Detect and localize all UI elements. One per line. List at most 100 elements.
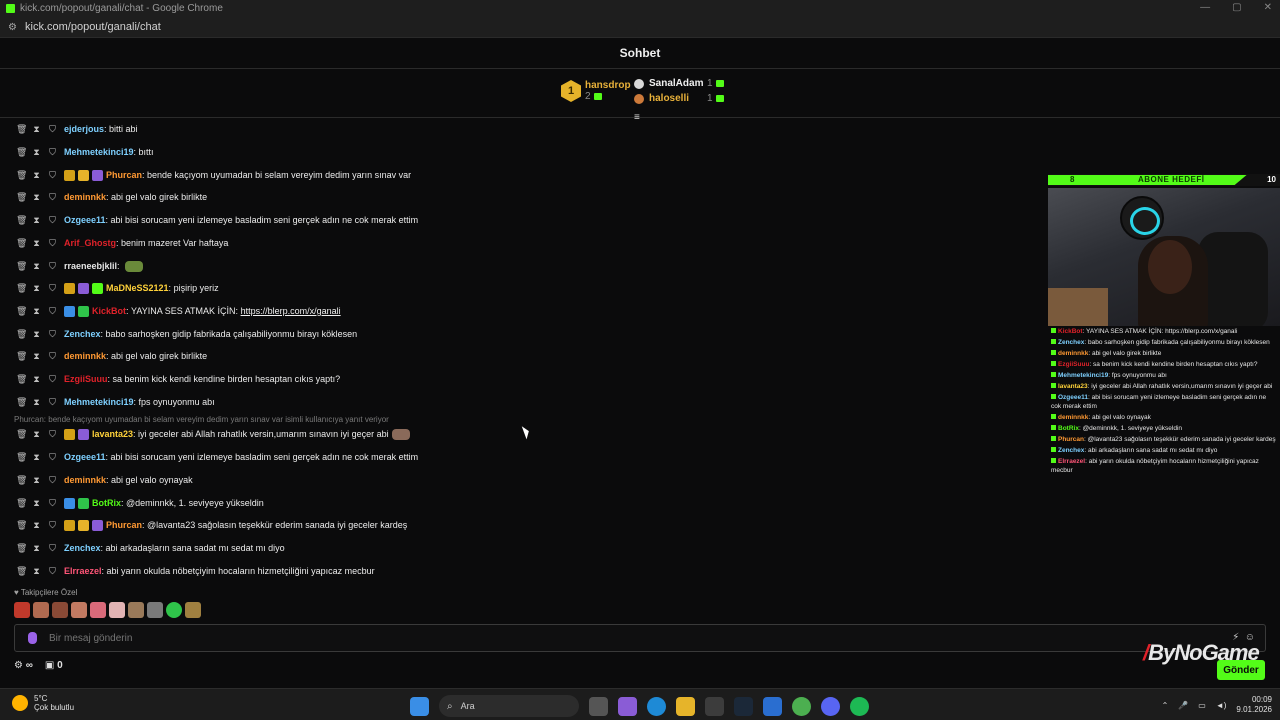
delete-icon[interactable]: 🗑: [16, 283, 27, 293]
timeout-icon[interactable]: ⧗: [32, 543, 41, 553]
timeout-icon[interactable]: ⧗: [32, 192, 41, 202]
ban-icon[interactable]: ⛉: [48, 147, 57, 157]
delete-icon[interactable]: 🗑: [16, 520, 27, 530]
ban-icon[interactable]: ⛉: [48, 215, 57, 225]
emote-icon[interactable]: [185, 602, 201, 618]
chat-username[interactable]: Zenchex: [64, 329, 101, 339]
timeout-icon[interactable]: ⧗: [32, 498, 41, 508]
ban-icon[interactable]: ⛉: [48, 306, 57, 316]
chat-message[interactable]: 🗑 ⧗ ⛉ Zenchex: abi arkadaşların sana sadat …: [16, 541, 285, 555]
mail-icon[interactable]: [763, 696, 782, 716]
delete-icon[interactable]: 🗑: [16, 306, 27, 316]
delete-icon[interactable]: 🗑: [16, 498, 27, 508]
delete-icon[interactable]: 🗑: [16, 238, 27, 248]
delete-icon[interactable]: 🗑: [16, 329, 27, 339]
emote-icon[interactable]: [166, 602, 182, 618]
chat-message[interactable]: 🗑 ⧗ ⛉ Phurcan: bende kaçıyom uyumadan bi se…: [16, 168, 411, 182]
timeout-icon[interactable]: ⧗: [32, 475, 41, 485]
chat-message[interactable]: 🗑 ⧗ ⛉ Mehmetekinci19: fps oynuyonmu abı: [16, 395, 215, 409]
ban-icon[interactable]: ⛉: [48, 498, 57, 508]
emote-icon[interactable]: [71, 602, 87, 618]
leader-first[interactable]: 1 hansdrop 2: [561, 80, 631, 102]
chat-username[interactable]: Mehmetekinci19: [64, 147, 134, 157]
url-text[interactable]: kick.com/popout/ganali/chat: [25, 21, 161, 33]
chat-link[interactable]: https://blerp.com/x/ganali: [241, 306, 341, 316]
chat-message[interactable]: 🗑 ⧗ ⛉ deminnkk: abi gel valo girek birlikte: [16, 190, 207, 204]
chat-message-input[interactable]: [49, 632, 1149, 644]
ban-icon[interactable]: ⛉: [48, 429, 57, 439]
timeout-icon[interactable]: ⧗: [32, 429, 41, 439]
chat-username[interactable]: Arif_Ghostg: [64, 238, 116, 248]
close-icon[interactable]: ✕: [1264, 2, 1272, 13]
chat-message[interactable]: 🗑 ⧗ ⛉ Ozgeee11: abi bisi sorucam yeni izlem…: [16, 450, 418, 464]
ban-icon[interactable]: ⛉: [48, 192, 57, 202]
chat-message[interactable]: 🗑 ⧗ ⛉ rraeneebjklil:: [16, 259, 144, 273]
timeout-icon[interactable]: ⧗: [32, 351, 41, 361]
timeout-icon[interactable]: ⧗: [32, 520, 41, 530]
timeout-icon[interactable]: ⧗: [32, 306, 41, 316]
chat-message[interactable]: 🗑 ⧗ ⛉ EzgiiSuuu: sa benim kick kendi kendin…: [16, 372, 340, 386]
ban-icon[interactable]: ⛉: [48, 543, 57, 553]
chat-username[interactable]: deminnkk: [64, 351, 106, 361]
ban-icon[interactable]: ⛉: [48, 566, 57, 576]
chat-message[interactable]: 🗑 ⧗ ⛉ Mehmetekinci19: bıttı: [16, 145, 154, 159]
address-bar[interactable]: ⚙ kick.com/popout/ganali/chat: [0, 16, 1280, 38]
ban-icon[interactable]: ⛉: [48, 170, 57, 180]
delete-icon[interactable]: 🗑: [16, 475, 27, 485]
delete-icon[interactable]: 🗑: [16, 192, 27, 202]
chat-username[interactable]: Mehmetekinci19: [64, 397, 134, 407]
timeout-icon[interactable]: ⧗: [32, 452, 41, 462]
delete-icon[interactable]: 🗑: [16, 429, 27, 439]
emote-icon[interactable]: [33, 602, 49, 618]
chat-username[interactable]: deminnkk: [64, 192, 106, 202]
steam-icon[interactable]: [734, 696, 753, 716]
chat-message[interactable]: 🗑 ⧗ ⛉ Elrraezel: abi yarın okulda nöbetçiyi…: [16, 564, 375, 578]
chat-message[interactable]: 🗑 ⧗ ⛉ Ozgeee11: abi bisi sorucam yeni izlem…: [16, 213, 418, 227]
file-explorer-icon[interactable]: [676, 696, 695, 716]
microphone-icon[interactable]: 🎤: [1178, 701, 1188, 710]
minimize-icon[interactable]: —: [1200, 2, 1210, 13]
clock[interactable]: 00:09 9.01.2026: [1236, 695, 1272, 715]
timeout-icon[interactable]: ⧗: [32, 170, 41, 180]
chat-message[interactable]: 🗑 ⧗ ⛉ Arif_Ghostg: benim mazeret Var haftay…: [16, 236, 228, 250]
chat-message[interactable]: 🗑 ⧗ ⛉ deminnkk: abi gel valo girek birlikte: [16, 349, 207, 363]
delete-icon[interactable]: 🗑: [16, 261, 27, 271]
mic-icon[interactable]: [28, 632, 37, 644]
emote-icon[interactable]: [90, 602, 106, 618]
chat-message[interactable]: 🗑 ⧗ ⛉ Zenchex: babo sarhoşken gidip fabrika…: [16, 327, 357, 341]
emote-icon[interactable]: [128, 602, 144, 618]
chat-username[interactable]: rraeneebjklil: [64, 261, 117, 271]
delete-icon[interactable]: 🗑: [16, 543, 27, 553]
delete-icon[interactable]: 🗑: [16, 452, 27, 462]
leader-second[interactable]: SanalAdam 1: [634, 76, 724, 91]
channel-points[interactable]: ▣ 0: [45, 660, 63, 671]
delete-icon[interactable]: 🗑: [16, 566, 27, 576]
chat-message[interactable]: 🗑 ⧗ ⛉ ejderjous: bitti abi: [16, 122, 138, 136]
ban-icon[interactable]: ⛉: [48, 283, 57, 293]
chat-message[interactable]: 🗑 ⧗ ⛉ BotRix: @deminnkk, 1. seviyeye yüksel…: [16, 496, 264, 510]
chat-message[interactable]: 🗑 ⧗ ⛉ deminnkk: abi gel valo oynayak: [16, 473, 193, 487]
timeout-icon[interactable]: ⧗: [32, 147, 41, 157]
task-view-icon[interactable]: [589, 696, 608, 716]
ban-icon[interactable]: ⛉: [48, 329, 57, 339]
ban-icon[interactable]: ⛉: [48, 520, 57, 530]
chat-username[interactable]: ejderjous: [64, 124, 104, 134]
edge-icon[interactable]: [647, 696, 666, 716]
chat-message[interactable]: 🗑 ⧗ ⛉ lavanta23: iyi geceler abi Allah raha…: [16, 427, 410, 441]
chat-username[interactable]: lavanta23: [92, 429, 133, 439]
ban-icon[interactable]: ⛉: [48, 374, 57, 384]
maximize-icon[interactable]: ▢: [1232, 2, 1241, 13]
chat-username[interactable]: Ozgeee11: [64, 215, 106, 225]
delete-icon[interactable]: 🗑: [16, 124, 27, 134]
chat-username[interactable]: EzgiiSuuu: [64, 374, 108, 384]
chrome-icon[interactable]: [792, 696, 811, 716]
chat-username[interactable]: Zenchex: [64, 543, 101, 553]
chat-username[interactable]: Phurcan: [106, 520, 142, 530]
send-button[interactable]: Gönder: [1217, 660, 1265, 680]
timeout-icon[interactable]: ⧗: [32, 283, 41, 293]
tray-chevron-icon[interactable]: ⌃: [1162, 701, 1169, 710]
ban-icon[interactable]: ⛉: [48, 475, 57, 485]
timeout-icon[interactable]: ⧗: [32, 215, 41, 225]
chat-username[interactable]: Ozgeee11: [64, 452, 106, 462]
site-settings-icon[interactable]: ⚙: [8, 22, 18, 33]
